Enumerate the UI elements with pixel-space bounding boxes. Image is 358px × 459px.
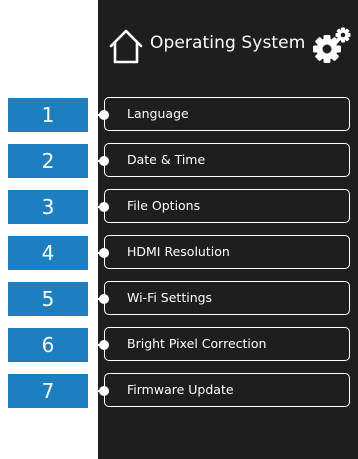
number-badge: 5 bbox=[8, 282, 88, 316]
number-badge: 2 bbox=[8, 144, 88, 178]
menu-item-label: Language bbox=[127, 106, 189, 121]
number-badge: 3 bbox=[8, 190, 88, 224]
page-title: Operating System bbox=[150, 33, 306, 53]
menu-item-firmware-update[interactable]: Firmware Update bbox=[104, 373, 350, 407]
home-icon[interactable] bbox=[108, 26, 144, 66]
number-badge: 1 bbox=[8, 98, 88, 132]
menu-item-label: Bright Pixel Correction bbox=[127, 336, 267, 351]
connector-dot bbox=[99, 248, 109, 258]
number-badge: 4 bbox=[8, 236, 88, 270]
connector-dot bbox=[99, 294, 109, 304]
menu-item-label: Wi-Fi Settings bbox=[127, 290, 213, 305]
connector-dot bbox=[99, 386, 109, 396]
menu-item-label: Firmware Update bbox=[127, 382, 234, 397]
number-badge: 7 bbox=[8, 374, 88, 408]
menu-item-file-options[interactable]: File Options bbox=[104, 189, 350, 223]
connector-dot bbox=[99, 202, 109, 212]
header: Operating System bbox=[98, 18, 358, 74]
menu-row-date-time: 2 Date & Time bbox=[0, 143, 358, 179]
number-badge: 6 bbox=[8, 328, 88, 362]
menu-item-bright-pixel-correction[interactable]: Bright Pixel Correction bbox=[104, 327, 350, 361]
menu-item-label: File Options bbox=[127, 198, 201, 213]
menu-row-wifi-settings: 5 Wi-Fi Settings bbox=[0, 281, 358, 317]
connector-dot bbox=[99, 110, 109, 120]
menu-item-hdmi-resolution[interactable]: HDMI Resolution bbox=[104, 235, 350, 269]
menu-row-firmware-update: 7 Firmware Update bbox=[0, 373, 358, 409]
menu-row-language: 1 Language bbox=[0, 97, 358, 133]
menu-item-language[interactable]: Language bbox=[104, 97, 350, 131]
gears-icon[interactable] bbox=[312, 26, 352, 66]
menu-item-date-time[interactable]: Date & Time bbox=[104, 143, 350, 177]
menu-row-hdmi-resolution: 4 HDMI Resolution bbox=[0, 235, 358, 271]
menu-item-wifi-settings[interactable]: Wi-Fi Settings bbox=[104, 281, 350, 315]
connector-dot bbox=[99, 156, 109, 166]
menu-item-label: Date & Time bbox=[127, 152, 206, 167]
connector-dot bbox=[99, 340, 109, 350]
menu-row-bright-pixel-correction: 6 Bright Pixel Correction bbox=[0, 327, 358, 363]
menu-item-label: HDMI Resolution bbox=[127, 244, 230, 259]
menu-row-file-options: 3 File Options bbox=[0, 189, 358, 225]
